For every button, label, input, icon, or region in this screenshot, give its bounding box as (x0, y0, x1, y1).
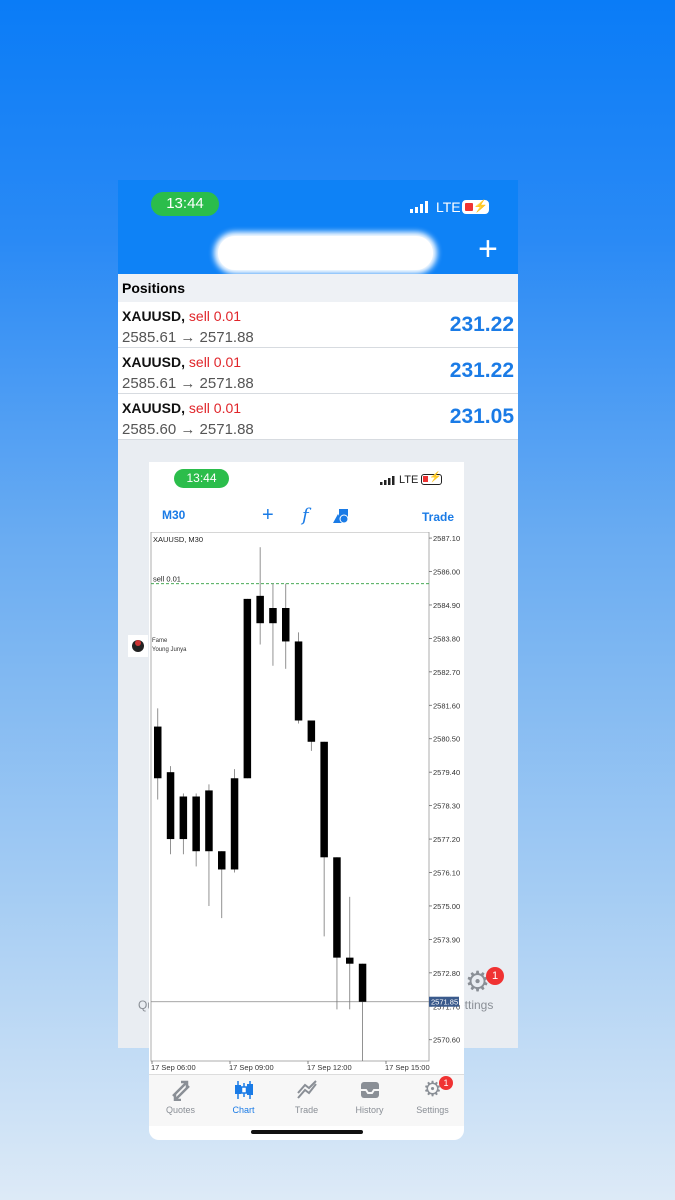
current-price-label: 2571.85 (431, 998, 458, 1007)
chart-icon (212, 1075, 275, 1105)
tab-quotes[interactable]: Quotes (149, 1075, 212, 1123)
redacted-account (218, 236, 433, 270)
tab-label: Chart (232, 1105, 255, 1115)
y-tick-label: 2580.50 (433, 735, 460, 744)
position-profit: 231.22 (449, 359, 514, 382)
indicators-icon[interactable]: f (302, 505, 309, 526)
settings-badge: 1 (486, 967, 504, 985)
candle-body (333, 857, 341, 958)
position-side: sell 0.01 (188, 308, 242, 324)
y-tick-label: 2583.80 (433, 634, 460, 643)
position-profit: 231.05 (449, 405, 514, 428)
candle-body (218, 851, 226, 870)
position-side: sell 0.01 (188, 354, 242, 370)
position-row[interactable]: XAUUSD, sell 0.01 2585.61 → 2571.88 231.… (118, 348, 518, 394)
candle-body (358, 963, 367, 1002)
watermark-subtitle: Young Junya (152, 647, 187, 653)
y-tick-label: 2578.30 (433, 802, 460, 811)
watermark-logo-icon (128, 635, 148, 657)
position-symbol: XAUUSD, (122, 354, 186, 370)
chart-toolbar: M30 + f Trade (149, 504, 464, 532)
price-chart[interactable]: 2587.10 2586.00 2584.90 2583.80 2582.70 2581.… (149, 532, 464, 1072)
candle-body (294, 641, 303, 721)
candle-body (230, 778, 239, 870)
status-time: 13:44 (174, 469, 229, 488)
candle-body (346, 957, 354, 964)
tab-label: Quotes (165, 1105, 196, 1115)
position-symbol: XAUUSD, (122, 308, 186, 324)
tab-settings[interactable]: ⚙ Settings (401, 1075, 464, 1123)
y-tick-label: 2587.10 (433, 534, 460, 543)
positions-title: Positions (118, 274, 518, 302)
tab-label: Settings (416, 1105, 449, 1115)
watermark-name: Fame (152, 638, 168, 644)
y-tick-label: 2579.40 (433, 768, 460, 777)
trade-icon (275, 1075, 338, 1105)
gear-icon[interactable]: ⚙ (465, 965, 490, 998)
signal-icon (380, 476, 395, 485)
candle-body (192, 796, 200, 852)
battery-icon: ⚡ (462, 199, 489, 214)
tab-label: History (355, 1105, 384, 1115)
y-tick-label: 2576.10 (433, 869, 460, 878)
candle-body (282, 608, 290, 642)
quotes-icon (149, 1075, 212, 1105)
candle-body (256, 595, 264, 624)
y-tick-label: 2575.00 (433, 902, 460, 911)
order-line-label: sell 0.01 (153, 575, 181, 584)
x-tick-label: 17 Sep 09:00 (229, 1063, 274, 1072)
position-prices: 2585.61 → 2571.88 (122, 329, 254, 346)
candle-body (166, 772, 175, 840)
candle-body (307, 720, 316, 742)
history-icon (338, 1075, 401, 1105)
candle-body (154, 726, 162, 779)
chart-screenshot: 13:44 LTE ⚡ M30 + f Trade 2587.10 2586.00… (149, 462, 464, 1140)
trade-button[interactable]: Trade (422, 510, 454, 524)
position-prices: 2585.60 → 2571.88 (122, 421, 254, 438)
y-tick-label: 2573.90 (433, 935, 460, 944)
tab-chart[interactable]: Chart (212, 1075, 275, 1123)
x-tick-label: 17 Sep 06:00 (151, 1063, 196, 1072)
position-side: sell 0.01 (188, 400, 242, 416)
candle-body (179, 796, 188, 840)
tab-label: Trade (294, 1105, 319, 1115)
position-row[interactable]: XAUUSD, sell 0.01 2585.60 → 2571.88 231.… (118, 394, 518, 440)
candle-body (320, 741, 328, 858)
candle-body (243, 598, 252, 779)
y-tick-label: 2570.60 (433, 1036, 460, 1045)
candle-body (205, 790, 213, 852)
crosshair-icon[interactable]: + (262, 504, 274, 527)
network-label: LTE (399, 474, 419, 486)
y-tick-label: 2572.80 (433, 969, 460, 978)
app-header: 13:44 LTE ⚡ + (118, 180, 518, 274)
chart-title: XAUUSD, M30 (153, 535, 203, 544)
add-button[interactable]: + (478, 232, 498, 266)
position-symbol: XAUUSD, (122, 400, 186, 416)
home-indicator (251, 1130, 363, 1134)
y-tick-label: 2581.60 (433, 701, 460, 710)
tab-trade[interactable]: Trade (275, 1075, 338, 1123)
battery-icon: ⚡ (421, 472, 442, 485)
x-tick-label: 17 Sep 12:00 (307, 1063, 352, 1072)
gear-icon: ⚙ (423, 1078, 442, 1101)
candle-body (269, 608, 277, 624)
position-prices: 2585.61 → 2571.88 (122, 375, 254, 392)
bottom-tab-bar: Quotes Chart Trade History ⚙ Settings (149, 1074, 464, 1126)
settings-badge: 1 (439, 1076, 453, 1090)
status-time: 13:44 (151, 192, 219, 216)
signal-icon (410, 201, 428, 213)
tab-history[interactable]: History (338, 1075, 401, 1123)
position-row[interactable]: XAUUSD, sell 0.01 2585.61 → 2571.88 231.… (118, 302, 518, 348)
objects-icon[interactable] (332, 508, 350, 524)
y-tick-label: 2586.00 (433, 568, 460, 577)
y-tick-label: 2577.20 (433, 835, 460, 844)
y-tick-label: 2584.90 (433, 601, 460, 610)
x-tick-label: 17 Sep 15:00 (385, 1063, 430, 1072)
position-profit: 231.22 (449, 313, 514, 336)
network-label: LTE (436, 199, 461, 215)
timeframe-button[interactable]: M30 (162, 508, 185, 522)
y-tick-label: 2582.70 (433, 668, 460, 677)
